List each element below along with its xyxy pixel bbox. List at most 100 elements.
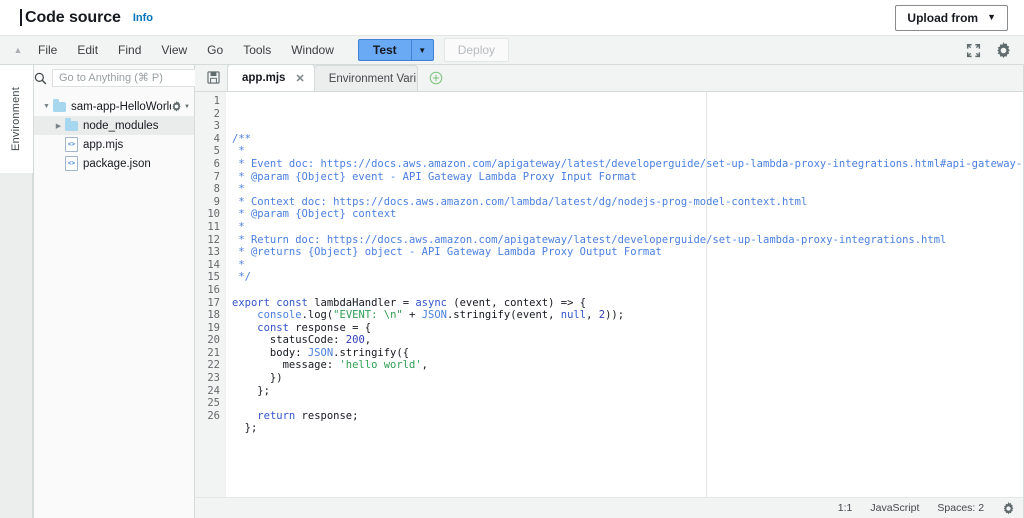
line-number: 2 [213,107,220,120]
tree-item-app-mjs[interactable]: <> app.mjs [34,135,194,154]
line-number: 18 [207,309,220,322]
line-number: 20 [207,334,220,347]
text-cursor [20,9,22,26]
line-number: 6 [213,157,220,170]
code-content[interactable]: /** * * Event doc: https://docs.aws.amaz… [226,92,1023,497]
deploy-button[interactable]: Deploy [443,38,510,62]
environment-tab[interactable]: Environment [0,65,33,173]
triangle-up-icon[interactable]: ▲ [8,45,28,55]
code-line: * @param {Object} context [232,208,397,221]
editor-tabbar: app.mjs ✕ Environment Vari ✕ [195,64,1024,92]
line-number: 15 [207,271,220,284]
code-line: }; [232,384,270,397]
folder-settings[interactable]: ▼ [171,101,194,112]
code-line: }) [232,372,283,385]
line-number: 8 [213,183,220,196]
code-line: const response = { [257,321,372,334]
line-number: 24 [207,384,220,397]
line-number: 25 [207,397,220,410]
tree-item-sam-app-helloworld[interactable]: ▼ sam-app-HelloWorld ▼ [34,97,194,116]
tree-item-label: sam-app-HelloWorld [71,100,172,113]
code-line: * [232,220,245,233]
test-dropdown-chevron-down-icon[interactable]: ▼ [410,39,434,61]
code-line: message: 'hello world', [232,359,428,372]
line-number: 1 [213,95,220,107]
editor-statusbar: 1:1 JavaScript Spaces: 2 [195,497,1024,518]
caret-right-icon[interactable]: ▶ [52,122,65,130]
code-line: }; [232,422,258,435]
search-input[interactable] [52,69,208,87]
plus-circle-icon[interactable] [423,65,449,91]
folder-icon [53,99,66,112]
line-number: 7 [213,170,220,183]
tab-label: app.mjs [242,72,286,84]
search-icon[interactable] [34,67,47,89]
gear-icon[interactable] [995,41,1012,59]
menu-file[interactable]: File [28,39,67,61]
code-line: * Context doc: https://docs.aws.amazon.c… [232,195,808,208]
info-link[interactable]: Info [133,12,153,24]
tab-app-mjs[interactable]: app.mjs ✕ [227,64,315,91]
caret-down-icon: ▼ [184,103,190,110]
file-tree: ▼ sam-app-HelloWorld ▼ ▶ node_modules <>… [34,91,194,173]
upload-from-label: Upload from [907,10,979,25]
menu-go[interactable]: Go [197,39,233,61]
code-source-panel: Code source Info Upload from ▼ ▲ File Ed… [0,0,1024,518]
code-line: * [232,183,245,196]
code-line: * Return doc: https://docs.aws.amazon.co… [232,233,947,246]
menu-edit[interactable]: Edit [67,39,108,61]
cursor-position[interactable]: 1:1 [838,502,853,514]
folder-icon [65,118,78,131]
line-number-gutter: 1 2 3 4 5 6 7 8 9 10 11 12 13 14 15 16 17 18 19 20 21 22 23 24 2… [195,92,226,497]
caret-down-icon[interactable]: ▼ [40,103,53,110]
tree-item-node-modules[interactable]: ▶ node_modules [34,116,194,135]
line-number: 21 [207,346,220,359]
save-disk-icon[interactable] [199,64,227,91]
tab-label: Environment Vari [328,72,417,85]
tab-environment-variables[interactable]: Environment Vari ✕ [313,65,418,91]
chevron-down-icon: ▼ [987,12,996,22]
page-title: Code source [25,8,121,26]
line-number: 4 [213,132,220,145]
environment-rail: Environment [0,65,34,518]
tree-item-label: package.json [83,157,151,170]
close-icon[interactable]: ✕ [295,72,304,85]
gear-icon [172,101,181,112]
code-file-icon: <> [65,137,78,152]
editor-menubar: ▲ File Edit Find View Go Tools Window Te… [0,35,1024,65]
environment-rail-filler [0,173,33,518]
explorer-search-row [34,65,208,91]
print-margin-ruler [706,92,707,497]
code-line: /** [232,132,251,145]
line-number: 19 [207,321,220,334]
code-line: * [232,258,245,271]
panel-header: Code source Info Upload from ▼ [0,0,1024,35]
test-button[interactable]: Test [357,39,411,61]
test-button-group: Test ▼ [357,39,434,61]
menu-window[interactable]: Window [281,39,344,61]
menu-tools[interactable]: Tools [233,39,281,61]
file-explorer: ▼ sam-app-HelloWorld ▼ ▶ node_modules [34,65,208,518]
line-number: 3 [213,120,220,133]
menubar-actions [966,41,1014,59]
code-line: statusCode: 200, [232,334,372,347]
line-number: 17 [207,296,220,309]
menu-view[interactable]: View [151,39,197,61]
line-number: 11 [207,220,220,233]
gear-icon[interactable] [1002,501,1015,515]
code-line: * @returns {Object} object - API Gateway… [232,246,662,259]
line-number: 5 [213,145,220,158]
menu-find[interactable]: Find [108,39,151,61]
upload-from-button[interactable]: Upload from ▼ [895,4,1008,31]
code-line: * [232,145,245,158]
fullscreen-icon[interactable] [966,43,981,58]
language-mode[interactable]: JavaScript [870,502,919,514]
line-number: 16 [207,283,220,296]
code-editor[interactable]: 1 2 3 4 5 6 7 8 9 10 11 12 13 14 15 16 17 18 19 20 21 22 23 24 2… [195,92,1024,497]
tree-item-package-json[interactable]: <> package.json [34,154,194,173]
environment-tab-label: Environment [10,87,22,151]
line-number: 10 [207,208,220,221]
indent-setting[interactable]: Spaces: 2 [937,502,984,514]
